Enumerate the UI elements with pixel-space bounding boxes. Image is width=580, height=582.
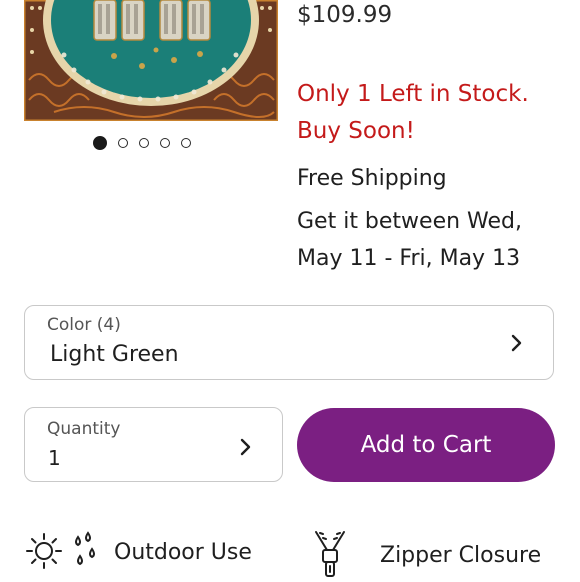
product-price: $109.99 (297, 2, 393, 28)
elephant-tapestry-image (24, 0, 278, 121)
carousel-dot[interactable] (160, 138, 170, 148)
shipping-title: Free Shipping (297, 166, 447, 191)
feature-label: Zipper Closure (380, 542, 542, 568)
add-to-cart-label: Add to Cart (360, 432, 492, 458)
zipper-icon (308, 528, 352, 582)
carousel-dot[interactable] (139, 138, 149, 148)
feature-label: Outdoor Use (114, 539, 252, 565)
chevron-right-icon (508, 334, 526, 352)
image-carousel-dots (93, 136, 191, 150)
color-label: Color (4) (47, 315, 121, 335)
color-selector[interactable]: Color (4) Light Green (24, 305, 554, 380)
chevron-right-icon (237, 438, 255, 456)
product-image[interactable] (24, 0, 278, 121)
carousel-dot[interactable] (93, 136, 107, 150)
delivery-estimate: Get it between Wed, May 11 - Fri, May 13 (297, 209, 523, 271)
feature-outdoor-use: Outdoor Use (22, 528, 252, 576)
color-value: Light Green (50, 342, 179, 367)
add-to-cart-button[interactable]: Add to Cart (297, 408, 555, 482)
quantity-value: 1 (48, 446, 61, 470)
weather-icon (22, 528, 104, 576)
stock-message: Only 1 Left in Stock. Buy Soon! (297, 81, 529, 144)
carousel-dot[interactable] (181, 138, 191, 148)
carousel-dot[interactable] (118, 138, 128, 148)
quantity-selector[interactable]: Quantity 1 (24, 407, 283, 482)
feature-zipper-closure: Zipper Closure (308, 528, 541, 582)
quantity-label: Quantity (47, 419, 121, 439)
